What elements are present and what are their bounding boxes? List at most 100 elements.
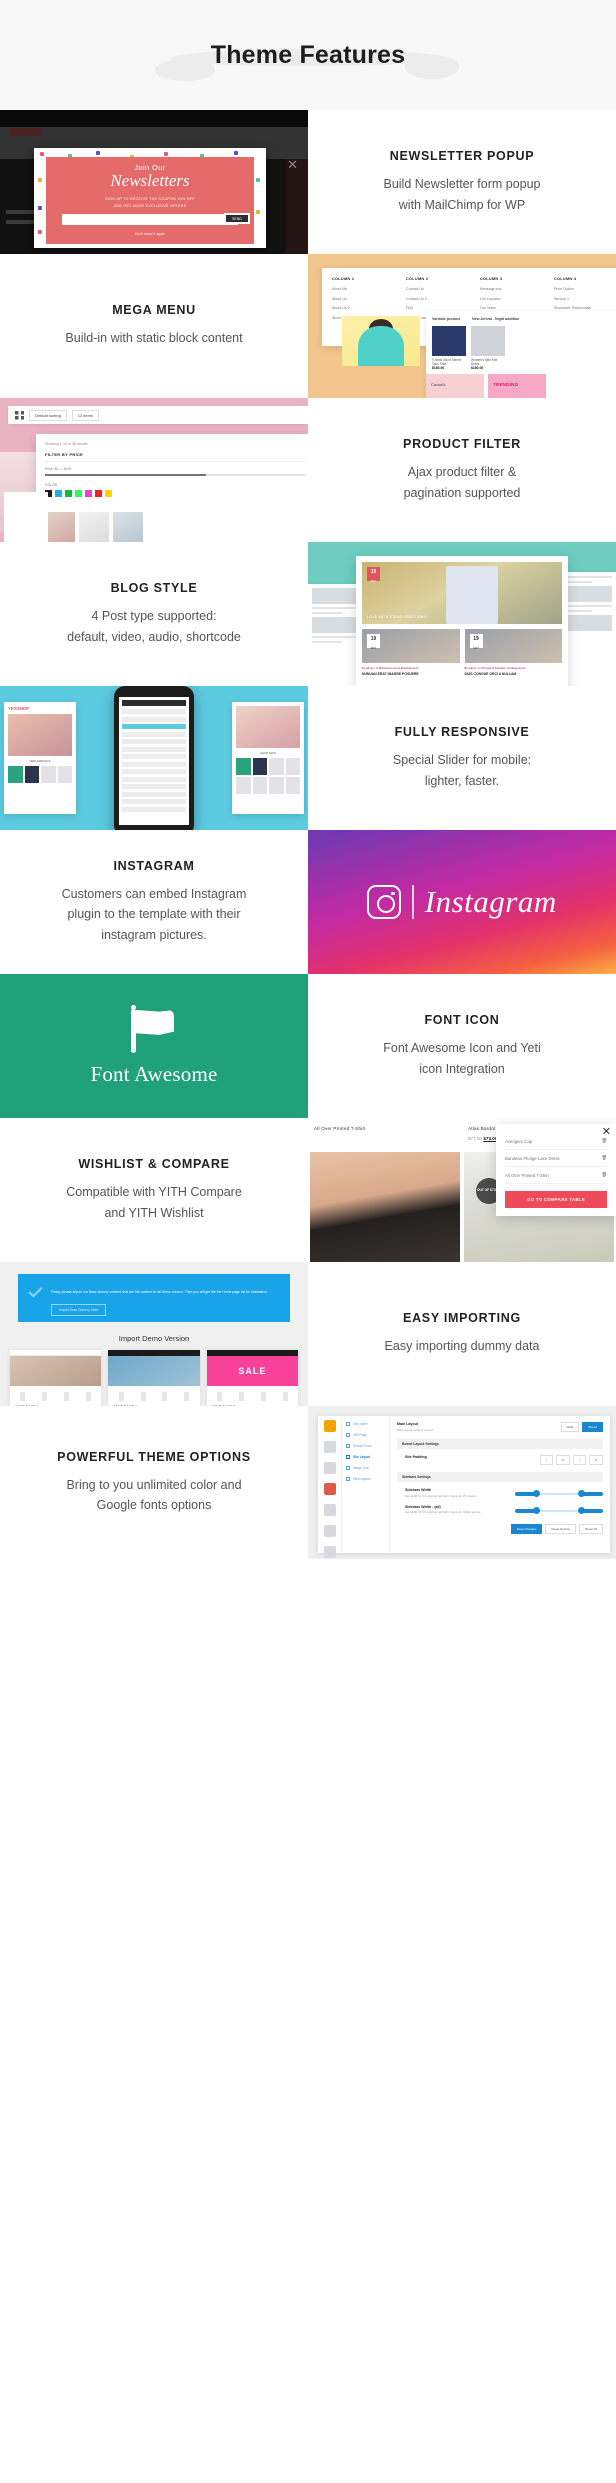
product-tile[interactable] [57, 766, 72, 783]
product-tile[interactable] [252, 758, 267, 775]
swatch-lime[interactable] [75, 490, 82, 497]
nav-item-other-option[interactable]: Other option [346, 1477, 385, 1481]
sort-select[interactable]: Default sorting [29, 409, 67, 421]
compare-list-item[interactable]: Bandeau Plunge Lace Dress 🗑 [505, 1150, 607, 1167]
product-filter-image: Default sorting 12 items Showing 1-12 of… [0, 398, 308, 542]
banner-casuals[interactable]: Casuals [426, 374, 484, 398]
product-thumb[interactable] [79, 512, 109, 542]
font-awesome-wordmark: Font Awesome [90, 1062, 218, 1086]
menu-item[interactable]: About Me [332, 287, 396, 291]
product-thumb[interactable] [113, 512, 143, 542]
save-changes-button[interactable]: Save Changes [510, 1524, 543, 1534]
close-icon[interactable]: ✕ [602, 1127, 611, 1138]
alert-text: Firstly, please import our Base dummy co… [51, 1290, 268, 1294]
demo-card[interactable]: HOME PAGE 1 Woocommerce [10, 1350, 102, 1406]
swatch-green[interactable] [65, 490, 72, 497]
menu-item[interactable]: Message box [480, 287, 544, 291]
product-tile[interactable] [252, 777, 267, 794]
feature-desc-line-1: Bring to you unlimited color and [66, 1477, 242, 1492]
nav-item-site-layout[interactable]: Site Layout [346, 1455, 385, 1459]
count-select[interactable]: 12 items [71, 409, 99, 421]
hero-post-title[interactable]: LOVE WITH STAND CRAZY AWAY [367, 615, 428, 619]
product-tile[interactable] [8, 766, 23, 783]
compare-list-item[interactable]: Avengers Cap 🗑 [505, 1133, 607, 1150]
product-card[interactable]: Women's Mini Knit Dress $160.00 [471, 326, 505, 370]
post-title[interactable]: DUIS CONGUE ORCI A NULLAM [465, 672, 563, 676]
newsletter-send-button[interactable]: SEND [224, 213, 250, 224]
post-title[interactable]: NUNUAN ERAT IMAGRE POSUERE [362, 672, 460, 676]
product-card[interactable]: V-Neck Short Sleeve Tank Shirt $180.00 [432, 326, 466, 370]
menu-item[interactable]: Our Team [480, 306, 544, 310]
wide-button[interactable]: Wide [560, 1422, 580, 1432]
sidebar-width-all-slider[interactable] [515, 1506, 603, 1514]
side-line [562, 605, 612, 607]
demo-screenshot [108, 1356, 200, 1386]
product-tile[interactable] [41, 766, 56, 783]
import-base-button[interactable]: Import Base Dummy Data [51, 1304, 107, 1316]
demo-card[interactable]: HOME PAGE 2 Woocommerce [108, 1350, 200, 1406]
compare-list-item[interactable]: All Over Printed T-Shirt 🗑 [505, 1167, 607, 1184]
boxed-button[interactable]: Boxed [582, 1422, 603, 1432]
menu-item[interactable]: FAQ [406, 306, 470, 310]
remove-icon[interactable]: 🗑 [602, 1172, 607, 1178]
results-count: Showing 1-12 of 36 results [45, 442, 88, 446]
blog-hero-image: 19 MAY LOVE WITH STAND CRAZY AWAY [362, 562, 562, 624]
menu-item[interactable]: About Us [332, 297, 396, 301]
swatch-yellow[interactable] [105, 490, 112, 497]
menu-item[interactable]: Shortcode Testimonials [554, 306, 616, 310]
price-range-slider[interactable] [45, 474, 305, 476]
feature-desc-line-1: Ajax product filter & [407, 465, 517, 480]
admin-content: Main Layout Main layout: wide or boxed W… [390, 1416, 610, 1553]
grid-view-icon[interactable] [15, 410, 24, 420]
sidebar-width-slider[interactable] [515, 1490, 603, 1497]
nav-item-404-page[interactable]: 404 Page [346, 1433, 385, 1437]
menu-item[interactable]: Contact Us 2 [406, 297, 470, 301]
rail-icon-wordpress[interactable] [323, 1462, 336, 1474]
side-thumb [312, 588, 362, 604]
swatch-magenta[interactable] [85, 490, 92, 497]
rail-icon-ecommerce[interactable] [323, 1441, 336, 1453]
rail-icon-advanced[interactable] [323, 1504, 336, 1516]
close-icon[interactable]: ✕ [287, 158, 298, 171]
product-tile[interactable] [269, 777, 284, 794]
swatch-blue[interactable] [55, 490, 62, 497]
feature-title: POWERFUL THEME OPTIONS [57, 1449, 251, 1464]
swatch-red[interactable] [95, 490, 102, 497]
menu-item[interactable]: Our Location [480, 297, 544, 301]
reset-all-button[interactable]: Reset All [579, 1524, 603, 1534]
main-layout-field: Main Layout Main layout: wide or boxed W… [397, 1422, 603, 1432]
product-tile[interactable] [269, 758, 284, 775]
product-tile[interactable] [236, 758, 251, 775]
rail-icon-general[interactable] [323, 1420, 336, 1432]
banner-trending[interactable]: TRENDING [488, 374, 546, 398]
menu-item[interactable]: About Us 2 [332, 306, 396, 310]
product-tile[interactable] [236, 777, 251, 794]
demo-card[interactable]: SALE HOME PAGE 3 Woocommerce [206, 1350, 298, 1406]
go-to-compare-table-button[interactable]: GO TO COMPARE TABLE [505, 1191, 607, 1208]
rail-icon-import[interactable] [323, 1525, 336, 1537]
nav-item-image-link[interactable]: Image Link [346, 1466, 385, 1470]
product-cell[interactable]: All Over Printed T-Shirt [308, 1118, 462, 1262]
product-tile[interactable] [285, 777, 300, 794]
nav-item-site-name[interactable]: Site Name [346, 1422, 385, 1426]
newsletter-dismiss-link[interactable]: Don't show it again [46, 232, 254, 236]
item-label: Avengers Cap [505, 1138, 533, 1144]
padding-value-b[interactable]: 0 [589, 1455, 603, 1465]
feature-row-fully-responsive: YESSHOP NEW ARRIVALS SHOP NOW FULLY RESP… [0, 686, 616, 830]
menu-item[interactable]: Contact Us [406, 287, 470, 291]
product-thumb[interactable] [45, 512, 75, 542]
menu-item[interactable]: Price Option [554, 287, 616, 291]
font-icon-text: FONT ICON Font Awesome Icon and Yeti ico… [308, 974, 616, 1118]
product-tile[interactable] [24, 766, 39, 783]
reset-section-button[interactable]: Reset Section [545, 1524, 577, 1534]
remove-icon[interactable]: 🗑 [602, 1138, 607, 1144]
padding-value-a[interactable]: 0 [556, 1455, 570, 1465]
side-thumb [562, 615, 612, 631]
rail-icon-info[interactable] [323, 1546, 336, 1558]
menu-item[interactable]: Service 1 [554, 297, 616, 301]
newsletter-email-input[interactable] [62, 214, 238, 226]
product-tile[interactable] [285, 758, 300, 775]
nav-item-search-form[interactable]: Search Form [346, 1444, 385, 1448]
rail-icon-appearance[interactable] [323, 1483, 336, 1495]
remove-icon[interactable]: 🗑 [602, 1155, 607, 1161]
